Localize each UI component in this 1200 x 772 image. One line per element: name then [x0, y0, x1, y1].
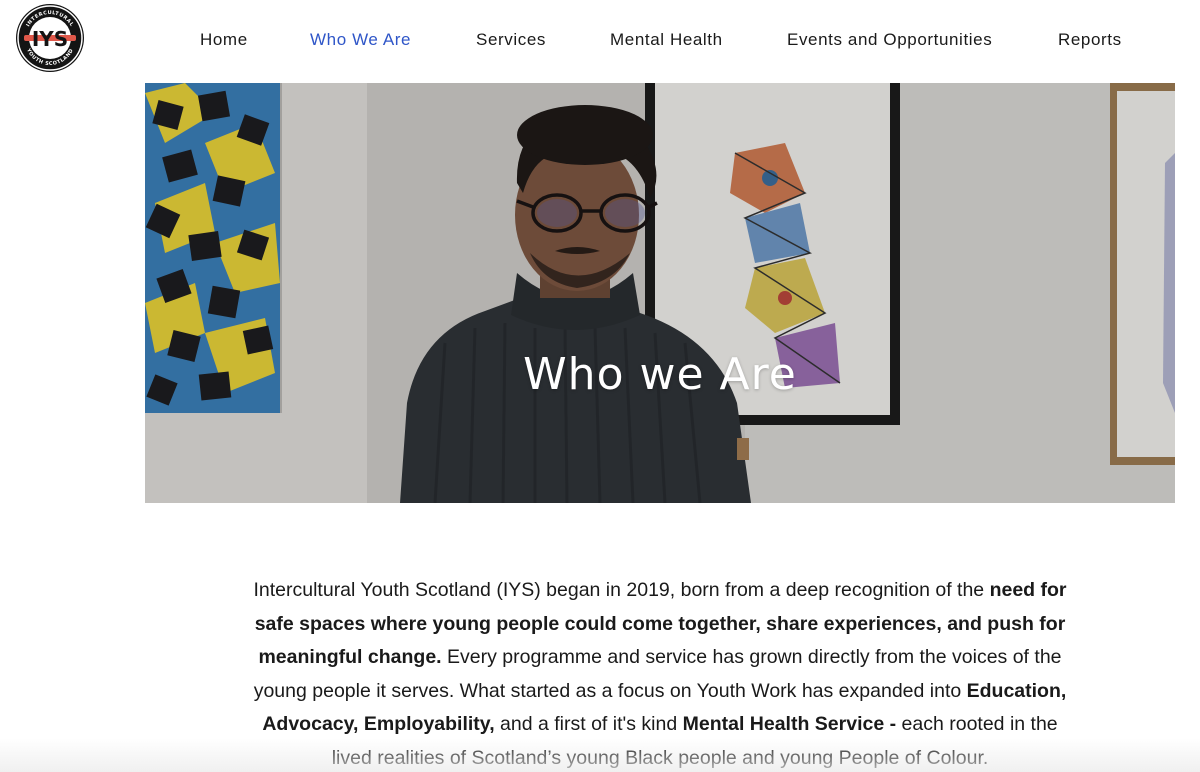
intro-text-3: and a first of it's kind: [494, 713, 683, 736]
nav-who-we-are[interactable]: Who We Are: [310, 30, 411, 50]
page-title: Who we Are: [523, 349, 797, 400]
nav-events-and-opportunities[interactable]: Events and Opportunities: [787, 30, 992, 50]
main-nav: Home Who We Are Services Mental Health E…: [0, 30, 1200, 52]
intro-text-1: Intercultural Youth Scotland (IYS) began…: [253, 579, 990, 601]
intro-paragraph: Intercultural Youth Scotland (IYS) began…: [250, 574, 1070, 772]
hero-banner: Who we Are: [145, 83, 1175, 503]
nav-services[interactable]: Services: [476, 30, 546, 50]
hero-photo: [145, 83, 1175, 503]
intro-bold-3: Mental Health Service -: [682, 713, 897, 736]
nav-reports[interactable]: Reports: [1058, 30, 1122, 50]
nav-mental-health[interactable]: Mental Health: [610, 30, 723, 50]
nav-home[interactable]: Home: [200, 30, 248, 50]
